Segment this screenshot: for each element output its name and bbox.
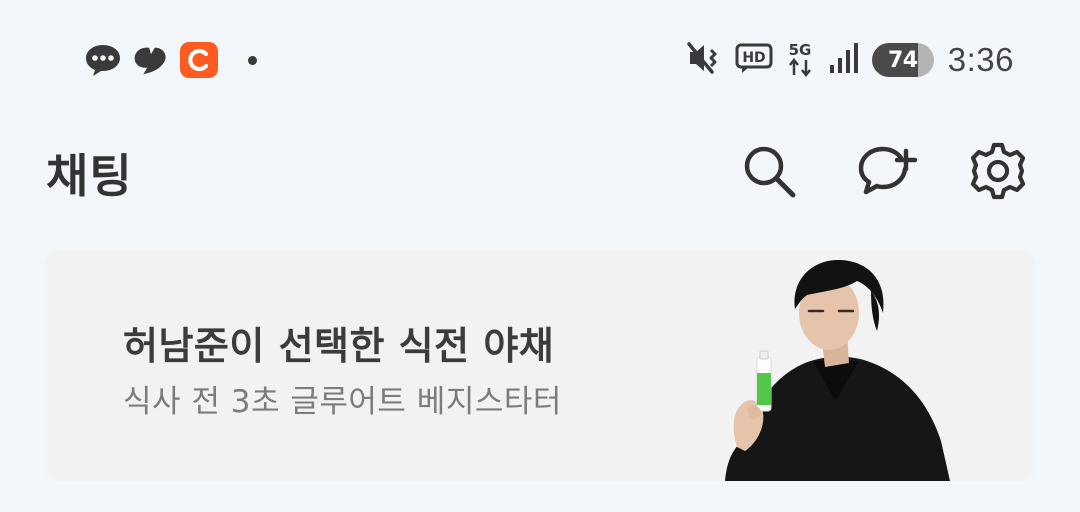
mute-vibrate-icon xyxy=(686,40,724,80)
status-bar: HD 5G 74 3:36 xyxy=(0,0,1080,120)
signal-icon xyxy=(828,41,862,79)
system-status: HD 5G 74 3:36 xyxy=(686,38,1014,82)
coupang-c-icon xyxy=(180,41,218,79)
search-icon xyxy=(739,141,799,205)
chat-bubble-icon xyxy=(84,41,122,79)
battery-indicator: 74 xyxy=(871,43,934,77)
page-title: 채팅 xyxy=(46,149,133,203)
ad-headline: 허남준이 선택한 식전 야채 xyxy=(123,324,555,368)
thread-swirl-icon xyxy=(132,41,170,79)
5g-icon: 5G xyxy=(784,39,818,81)
hd-voice-icon: HD xyxy=(734,41,774,79)
clock: 3:36 xyxy=(947,41,1014,78)
settings-icon xyxy=(967,140,1029,206)
search-button[interactable] xyxy=(737,141,801,205)
ad-model-photo xyxy=(725,259,950,481)
settings-button[interactable] xyxy=(966,141,1030,205)
notification-icons xyxy=(84,41,257,79)
ad-banner[interactable]: 허남준이 선택한 식전 야채 식사 전 3초 글루어트 베지스타터 xyxy=(45,251,1035,481)
more-notifications-dot xyxy=(248,55,257,65)
ad-subtext: 식사 전 3초 글루어트 베지스타터 xyxy=(123,384,562,420)
new-chat-icon xyxy=(855,140,918,206)
svg-text:HD: HD xyxy=(742,50,765,66)
new-chat-button[interactable] xyxy=(854,141,918,205)
svg-text:5G: 5G xyxy=(788,41,811,59)
